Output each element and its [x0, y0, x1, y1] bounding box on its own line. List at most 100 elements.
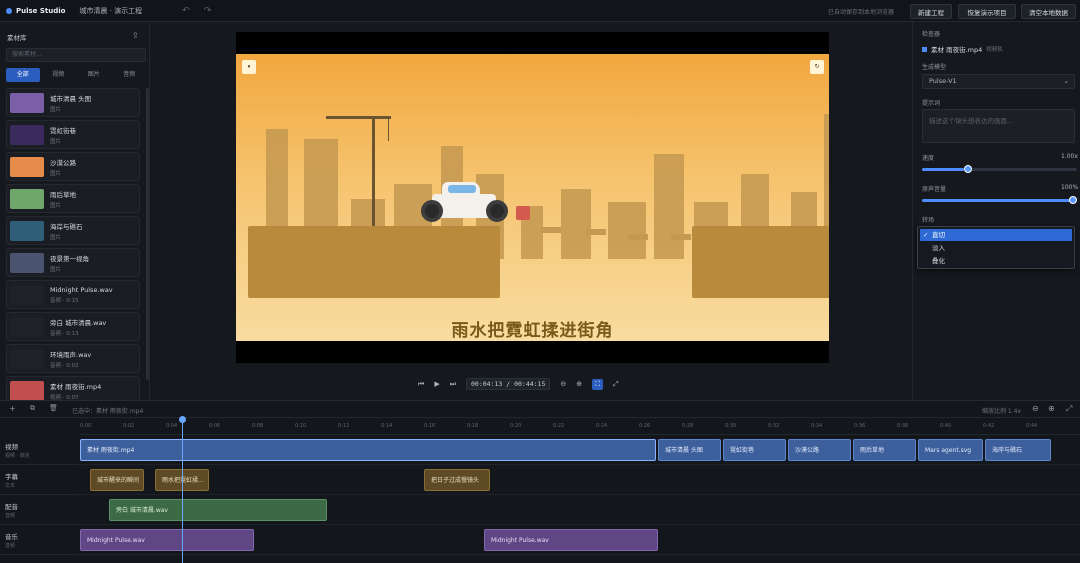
media-library-panel: 素材库 ⇪ 搜索素材... 全部 视频 图片 音频 城市清晨 头图 图片 霓虹街巷图… — [0, 22, 150, 405]
voice-clip[interactable]: 旁白 城市清晨.wav — [109, 499, 327, 521]
pause-overlay-icon[interactable]: ⏸ — [242, 60, 256, 74]
timecode: 00:04:13 / 00:44:15 — [466, 378, 551, 390]
timeline-zoom-out-icon[interactable]: ⊖ — [1032, 404, 1039, 413]
asset-type: 图片 — [50, 266, 62, 273]
asset-item[interactable]: 沙漠公路 图片 — [6, 152, 140, 181]
asset-name: 夜景第一视角 — [50, 254, 89, 263]
ruler-tick: 0:02 — [123, 423, 135, 429]
zoom-out-icon[interactable]: ⊖ — [560, 380, 566, 388]
asset-item[interactable]: Midnight Pulse.wav 音频 · 0:15 — [6, 280, 140, 309]
ruler-tick: 0:04 — [166, 423, 178, 429]
project-title[interactable]: 城市清晨 · 演示工程 — [79, 6, 142, 16]
tab-all[interactable]: 全部 — [6, 68, 40, 82]
subtitle-clip[interactable]: 城市醒来的瞬间 — [90, 469, 144, 491]
volume-slider[interactable] — [922, 196, 1077, 204]
current-time: 00:04:13 — [471, 380, 503, 388]
restore-demo-button[interactable]: 恢复演示项目 — [958, 4, 1016, 19]
asset-item[interactable]: 霓虹街巷 图片 — [6, 120, 140, 149]
transition-option-cut[interactable]: ✓ 直切 — [920, 229, 1072, 241]
model-select[interactable]: Pulse-V1 ⌄ — [922, 74, 1075, 89]
track-header-video: 视频 视频 · 锁定 — [0, 435, 78, 465]
copy-icon[interactable]: ⧉ — [30, 404, 35, 413]
ruler-tick: 0:20 — [510, 423, 522, 429]
volume-slider-handle[interactable] — [1069, 196, 1077, 204]
ruler-tick: 0:38 — [897, 423, 909, 429]
preview-frame: ⏸ ↻ 雨水把霓虹揉进街角 — [236, 54, 829, 341]
asset-type: 音频 · 0:02 — [50, 362, 79, 369]
ruler-tick: 0:28 — [682, 423, 694, 429]
asset-name: Midnight Pulse.wav — [50, 285, 113, 294]
video-clip[interactable]: 沙漠公路 — [788, 439, 851, 461]
tab-image[interactable]: 图片 — [77, 68, 111, 82]
tab-video[interactable]: 视频 — [42, 68, 76, 82]
delete-icon[interactable]: 🗑 — [49, 404, 58, 412]
add-icon[interactable]: + — [9, 404, 16, 413]
video-clip[interactable]: 海岸与礁石 — [985, 439, 1051, 461]
asset-name: 环境雨声.wav — [50, 350, 92, 359]
asset-name: 霓虹街巷 — [50, 126, 76, 135]
timeline-zoom-in-icon[interactable]: ⊕ — [1048, 404, 1055, 413]
transition-dropdown[interactable]: ✓ 直切 淡入 叠化 — [917, 226, 1075, 269]
ruler-tick: 0:12 — [338, 423, 350, 429]
tab-audio[interactable]: 音频 — [113, 68, 147, 82]
asset-thumbnail — [10, 348, 44, 369]
music-clip[interactable]: Midnight Pulse.wav — [484, 529, 658, 551]
zoom-in-icon[interactable]: ⊕ — [576, 380, 582, 388]
track-voice: 旁白 城市清晨.wav — [79, 495, 1080, 525]
redo-icon[interactable]: ↷ — [204, 6, 212, 16]
video-clip[interactable]: 雨后草地 — [853, 439, 916, 461]
platform-left — [248, 226, 500, 298]
asset-type: 图片 — [50, 202, 62, 209]
upload-icon[interactable]: ⇪ — [132, 31, 139, 40]
playhead[interactable] — [182, 419, 183, 563]
check-icon: ✓ — [923, 231, 929, 239]
refresh-overlay-icon[interactable]: ↻ — [810, 60, 824, 74]
new-project-button[interactable]: 新建工程 — [910, 4, 952, 19]
asset-item[interactable]: 夜景第一视角 图片 — [6, 248, 140, 277]
ruler-tick: 0:24 — [596, 423, 608, 429]
asset-item[interactable]: 城市清晨 头图 图片 — [6, 88, 140, 117]
inspector-panel: 检查器 素材 雨夜街.mp4 视频轨 生成模型 Pulse-V1 ⌄ 提示词 描… — [912, 22, 1080, 400]
speed-slider[interactable] — [922, 165, 1077, 173]
ruler-tick: 0:32 — [768, 423, 780, 429]
preview-panel: ⏸ ↻ 雨水把霓虹揉进街角 ⏮ ▶ ⏭ 00:04:13 / 00:44:15 … — [150, 22, 912, 400]
fullscreen-icon[interactable]: ⤢ — [613, 380, 619, 389]
track-music: Midnight Pulse.wav Midnight Pulse.wav — [79, 525, 1080, 555]
asset-item[interactable]: 海岸与礁石 图片 — [6, 216, 140, 245]
library-search-input[interactable]: 搜索素材... — [6, 48, 146, 62]
video-clip[interactable]: Mars agent.svg — [918, 439, 983, 461]
ruler-tick: 0:10 — [295, 423, 307, 429]
transition-option-dissolve[interactable]: 叠化 — [920, 255, 1072, 267]
ruler-tick: 0:26 — [639, 423, 651, 429]
prompt-textarea[interactable]: 描述这个镜头想表达的画面... — [922, 109, 1075, 143]
video-preview[interactable]: ⏸ ↻ 雨水把霓虹揉进街角 — [236, 32, 829, 363]
timeline-ruler[interactable]: 0:00 0:02 0:04 0:06 0:08 0:10 0:12 0:14 0:16 0:18… — [80, 419, 1080, 435]
transition-option-fade-in[interactable]: 淡入 — [920, 242, 1072, 254]
undo-icon[interactable]: ↶ — [182, 6, 190, 16]
skip-back-icon[interactable]: ⏮ — [418, 380, 424, 389]
clear-local-data-button[interactable]: 清空本地数据 — [1021, 4, 1076, 19]
asset-item[interactable]: 雨后草地 图片 — [6, 184, 140, 213]
asset-item[interactable]: 环境雨声.wav 音频 · 0:02 — [6, 344, 140, 373]
music-clip[interactable]: Midnight Pulse.wav — [80, 529, 254, 551]
timeline-fit-icon[interactable]: ⤢ — [1066, 404, 1072, 414]
video-clip[interactable]: 素材 雨夜街.mp4 — [80, 439, 656, 461]
subtitle-clip[interactable]: 把日子过成慢镜头 — [424, 469, 490, 491]
ruler-tick: 0:06 — [209, 423, 221, 429]
app-name: Pulse Studio — [16, 6, 66, 15]
asset-item[interactable]: 旁白 城市清晨.wav 音频 · 0:13 — [6, 312, 140, 341]
asset-thumbnail — [10, 220, 44, 241]
asset-name: 素材 雨夜街.mp4 — [50, 382, 102, 391]
asset-thumbnail — [10, 380, 44, 401]
video-clip[interactable]: 霓虹街巷 — [723, 439, 786, 461]
speed-slider-handle[interactable] — [963, 165, 972, 173]
selected-clip-label: 已选中：素材 雨夜街.mp4 — [72, 408, 144, 415]
skip-forward-icon[interactable]: ⏭ — [450, 380, 456, 389]
clip-color-icon — [922, 46, 927, 52]
fit-icon[interactable]: ⛶ — [592, 378, 604, 390]
video-clip[interactable]: 城市清晨 头图 — [658, 439, 721, 461]
speed-value: 1.00x — [1061, 153, 1078, 160]
play-icon[interactable]: ▶ — [434, 380, 439, 388]
library-scrollbar[interactable] — [146, 88, 149, 380]
model-label: 生成模型 — [922, 64, 947, 71]
